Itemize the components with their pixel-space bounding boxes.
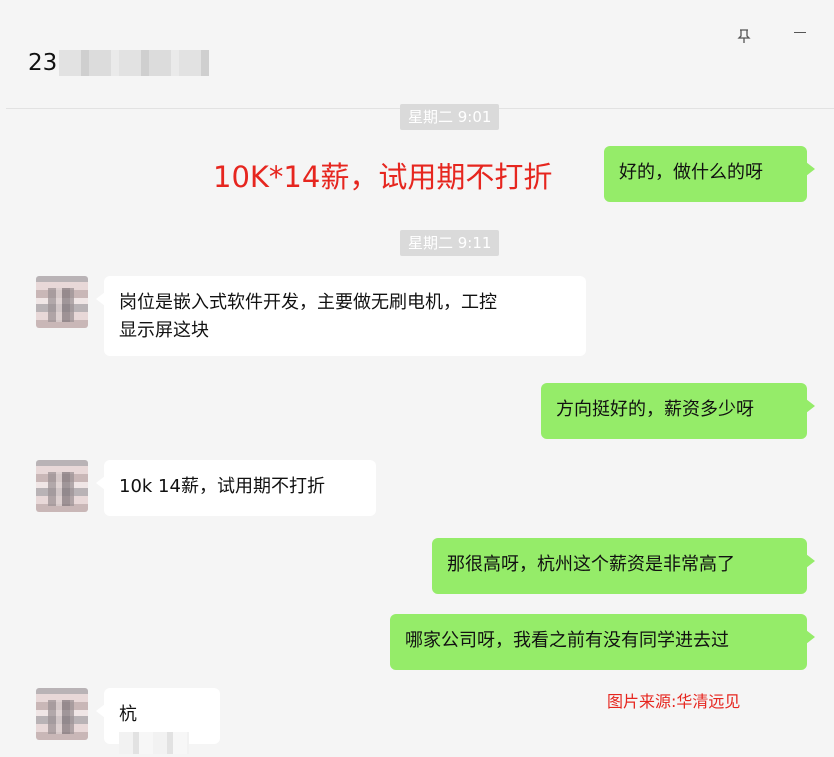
message-text: 好的，做什么的呀 [619, 162, 763, 183]
contact-avatar[interactable] [36, 688, 88, 740]
pin-icon[interactable] [737, 28, 751, 44]
contact-avatar[interactable] [36, 276, 88, 328]
minimize-icon[interactable] [794, 32, 806, 33]
message-bubble-received[interactable]: 杭 [96, 688, 220, 754]
message-bubble-received[interactable]: 10k 14薪，试用期不打折 [96, 460, 376, 516]
contact-name[interactable]: 23 [28, 50, 210, 76]
timestamp-pill: 星期二 9:11 [400, 230, 500, 256]
message-bubble-sent[interactable]: 那很高呀，杭州这个薪资是非常高了 [432, 538, 815, 594]
message-bubble-sent[interactable]: 方向挺好的，薪资多少呀 [541, 383, 815, 439]
highlight-annotation: 10K*14薪，试用期不打折 [213, 160, 553, 194]
message-text: 那很高呀，杭州这个薪资是非常高了 [447, 554, 735, 575]
message-text: 杭 [119, 704, 137, 725]
chat-header: 23 [6, 20, 834, 109]
message-text: 岗位是嵌入式软件开发，主要做无刷电机，工控 [119, 292, 497, 313]
source-watermark: 图片来源:华清远见 [607, 692, 741, 711]
message-bubble-received[interactable]: 岗位是嵌入式软件开发，主要做无刷电机，工控 显示屏这块 [96, 276, 586, 356]
contact-name-text: 23 [28, 50, 58, 76]
message-bubble-sent[interactable]: 哪家公司呀，我看之前有没有同学进去过 [390, 614, 815, 670]
message-text: 哪家公司呀，我看之前有没有同学进去过 [405, 630, 729, 651]
message-text: 显示屏这块 [119, 320, 209, 341]
contact-avatar[interactable] [36, 460, 88, 512]
message-bubble-sent[interactable]: 好的，做什么的呀 [604, 146, 815, 202]
contact-name-mosaic [59, 50, 210, 76]
timestamp-pill: 星期二 9:01 [400, 104, 500, 130]
message-text: 方向挺好的，薪资多少呀 [556, 399, 754, 420]
message-text: 10k 14薪，试用期不打折 [119, 476, 325, 497]
